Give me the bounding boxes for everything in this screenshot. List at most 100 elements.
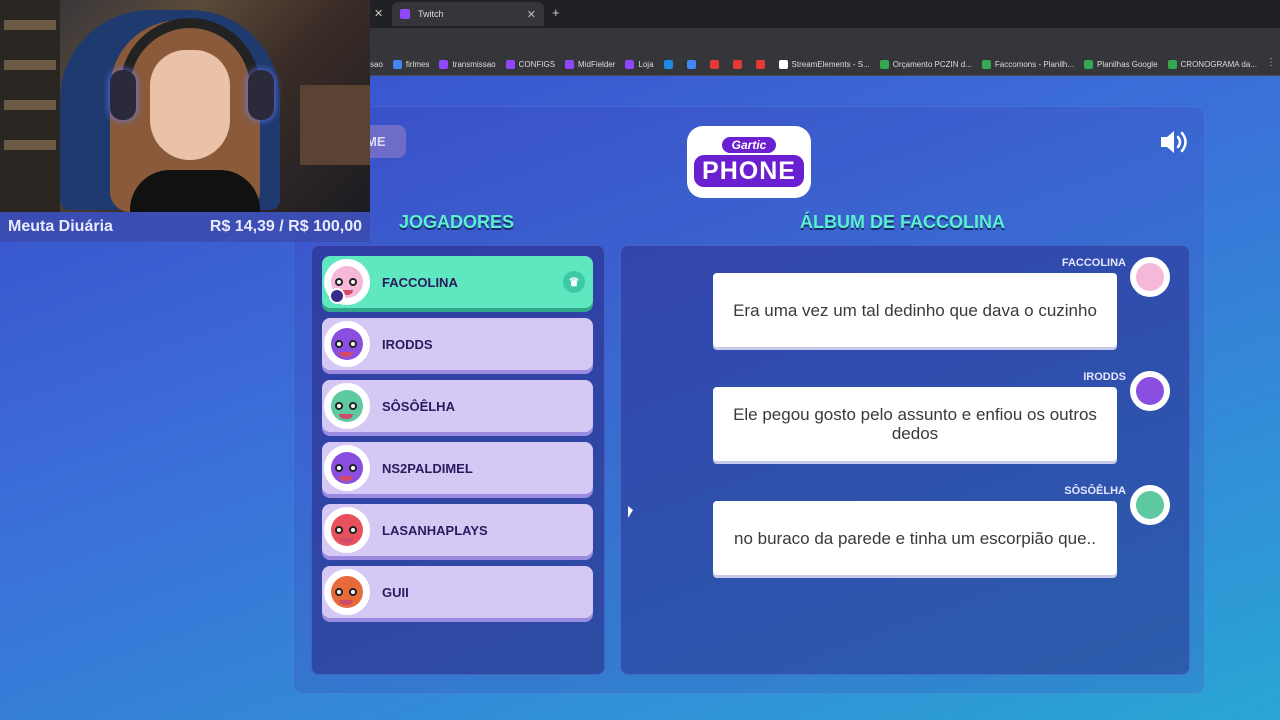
bookmark-favicon-icon xyxy=(732,60,742,69)
cardboard-box xyxy=(300,85,370,165)
bookmark-favicon-icon xyxy=(879,60,889,69)
player-name: IRODDS xyxy=(382,336,433,352)
album-title: ÁLBUM DE FACCOLINA xyxy=(800,212,1005,232)
avatar xyxy=(324,259,370,305)
avatar xyxy=(1130,371,1170,411)
bookmark-favicon-icon xyxy=(1084,60,1094,69)
album-author: IRODDS xyxy=(1083,371,1126,383)
avatar-feature xyxy=(335,278,343,286)
avatar xyxy=(1130,257,1170,297)
avatar-feature xyxy=(335,340,343,348)
player-row[interactable]: NS2PALDIMEL xyxy=(322,442,593,494)
tab-label: Twitch xyxy=(418,9,444,19)
tab-twitch[interactable]: Twitch ✕ xyxy=(392,2,544,26)
avatar xyxy=(324,507,370,553)
bookmark-label: Loja xyxy=(638,60,654,69)
headset-earcup xyxy=(110,70,136,120)
bookmark-item[interactable]: Orçamento PCZIN d... xyxy=(879,60,972,69)
bookmark-label: StreamElements - S... xyxy=(791,60,870,69)
bookmark-label: transmissao xyxy=(452,60,496,69)
close-icon[interactable]: ✕ xyxy=(527,8,536,21)
player-row[interactable]: GUII xyxy=(322,566,593,618)
player-row[interactable]: IRODDS xyxy=(322,318,593,370)
avatar xyxy=(324,383,370,429)
avatar-feature xyxy=(335,526,343,534)
bookmark-item[interactable]: Faccomons - Planilh... xyxy=(981,60,1075,69)
bookmark-item[interactable] xyxy=(686,60,700,69)
avatar-feature xyxy=(349,588,357,596)
bookmark-favicon-icon xyxy=(505,60,515,69)
bookmark-item[interactable] xyxy=(755,60,769,69)
crown-icon: ♛ xyxy=(563,271,585,293)
bookmark-label: Orçamento PCZIN d... xyxy=(892,60,972,69)
avatar-feature xyxy=(349,340,357,348)
bookmark-item[interactable]: Loja xyxy=(625,60,654,69)
player-row[interactable]: SÔSÔÊLHA xyxy=(322,380,593,432)
bookmark-item[interactable] xyxy=(663,60,677,69)
avatar-feature xyxy=(349,464,357,472)
player-name: GUII xyxy=(382,584,409,600)
avatar-feature xyxy=(349,278,357,286)
logo-top-text: Gartic xyxy=(721,137,777,153)
player-name: FACCOLINA xyxy=(382,274,458,290)
avatar-feature xyxy=(335,464,343,472)
bookmark-item[interactable] xyxy=(709,60,723,69)
bookmark-label: firlmes xyxy=(405,60,430,69)
headset-earcup xyxy=(248,70,274,120)
bookmark-favicon-icon xyxy=(981,60,991,69)
bookmark-favicon-icon xyxy=(439,60,449,69)
bookmark-favicon-icon xyxy=(1167,60,1177,69)
speaker-icon[interactable] xyxy=(1158,128,1190,156)
avatar-face-icon xyxy=(1136,263,1164,291)
avatar-feature xyxy=(335,402,343,410)
avatar xyxy=(324,445,370,491)
player-name: SÔSÔÊLHA xyxy=(382,398,455,414)
player-row[interactable]: FACCOLINA ♛ xyxy=(322,256,593,308)
avatar xyxy=(1130,485,1170,525)
album-message: Era uma vez um tal dedinho que dava o cu… xyxy=(713,273,1117,347)
user-badge-icon xyxy=(329,288,345,304)
bookmark-item[interactable]: firlmes xyxy=(392,60,430,69)
bookmark-item[interactable]: transmissao xyxy=(439,60,496,69)
bookmark-favicon-icon xyxy=(686,60,696,69)
bookmark-favicon-icon xyxy=(709,60,719,69)
bookmark-favicon-icon xyxy=(778,60,788,69)
bookmark-label: Faccomons - Planilh... xyxy=(994,60,1075,69)
donation-goal-bar: Meuta Diuária R$ 14,39 / R$ 100,00 xyxy=(0,212,370,242)
player-row[interactable]: LASANHAPLAYS xyxy=(322,504,593,556)
bookmark-favicon-icon xyxy=(565,60,575,69)
album-author: SÔSÔÊLHA xyxy=(1064,485,1126,497)
more-bookmarks-icon[interactable]: ⋮ xyxy=(1266,57,1276,68)
bookmark-label: MidFielder xyxy=(578,60,616,69)
goal-progress: R$ 14,39 / R$ 100,00 xyxy=(209,218,362,235)
avatar xyxy=(324,569,370,615)
players-title: JOGADORES xyxy=(399,212,515,232)
bookmark-item[interactable]: CRONOGRAMA da... xyxy=(1167,60,1257,69)
avatar-feature xyxy=(349,402,357,410)
gartic-phone-logo: Gartic PHONE xyxy=(687,126,811,198)
album-message: no buraco da parede e tinha um escorpião… xyxy=(713,501,1117,575)
bookmark-item[interactable]: sao xyxy=(370,60,383,69)
avatar xyxy=(324,321,370,367)
album-message: Ele pegou gosto pelo assunto e enfiou os… xyxy=(713,387,1117,461)
bookmark-label: CRONOGRAMA da... xyxy=(1180,60,1257,69)
close-icon[interactable]: ✕ xyxy=(374,7,383,20)
twitch-icon xyxy=(400,9,410,19)
bookmark-favicon-icon xyxy=(625,60,635,69)
bookmark-favicon-icon xyxy=(755,60,765,69)
bookshelf xyxy=(0,0,60,212)
bookmark-label: sao xyxy=(370,60,383,69)
avatar-face-icon xyxy=(1136,377,1164,405)
new-tab-icon[interactable]: + xyxy=(552,5,560,20)
bookmark-item[interactable]: Planilhas Google xyxy=(1084,60,1158,69)
bookmark-label: Planilhas Google xyxy=(1097,60,1158,69)
bookmark-item[interactable] xyxy=(732,60,746,69)
bookmark-item[interactable]: StreamElements - S... xyxy=(778,60,870,69)
streamer-shirt xyxy=(130,170,260,212)
bookmark-item[interactable]: MidFielder xyxy=(565,60,615,69)
album-author: FACCOLINA xyxy=(1061,257,1126,269)
bookmark-label: CONFIGS xyxy=(518,60,556,69)
avatar-face-icon xyxy=(1136,491,1164,519)
bookmark-item[interactable]: CONFIGS xyxy=(505,60,556,69)
avatar-feature xyxy=(349,526,357,534)
